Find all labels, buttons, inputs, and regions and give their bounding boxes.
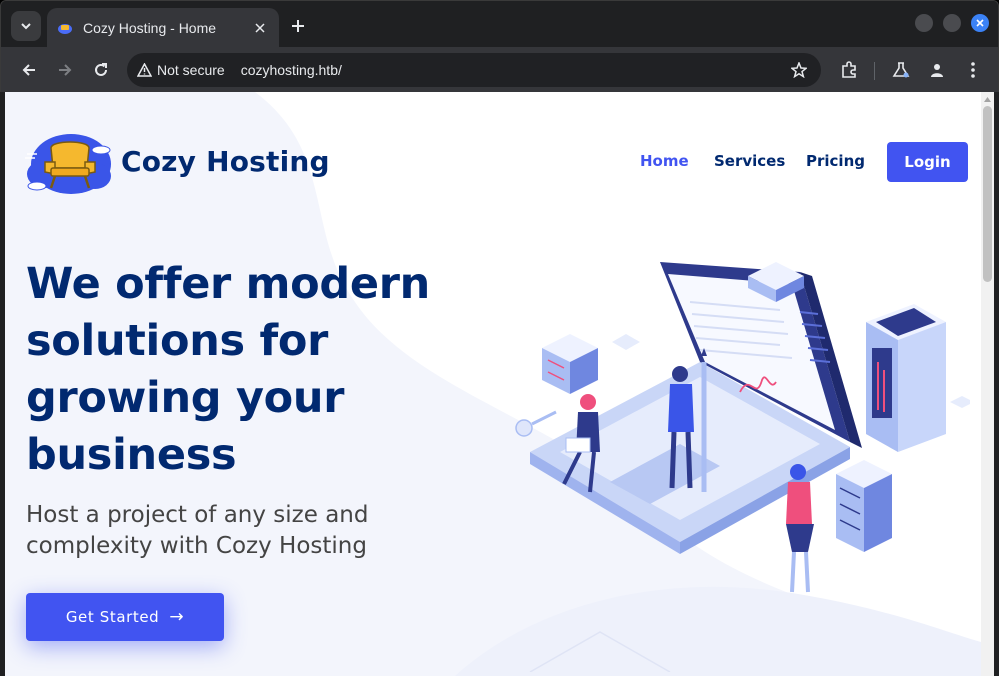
get-started-button[interactable]: Get Started →	[26, 593, 224, 641]
scrollbar-thumb[interactable]	[983, 106, 992, 282]
new-tab-button[interactable]	[285, 13, 311, 39]
server-stack-left	[542, 334, 598, 394]
minimize-button[interactable]	[915, 14, 933, 32]
browser-toolbar: Not secure cozyhosting.htb/	[1, 47, 998, 93]
url-text: cozyhosting.htb/	[240, 62, 342, 78]
back-icon	[22, 64, 35, 76]
caret-up-icon	[984, 96, 991, 102]
server-stack-right	[836, 460, 892, 552]
plus-icon	[292, 20, 304, 32]
menu-icon	[971, 62, 975, 78]
forward-button[interactable]	[51, 56, 79, 84]
tab-close-button[interactable]	[251, 19, 269, 37]
login-button[interactable]: Login	[887, 142, 968, 182]
close-icon	[255, 22, 265, 33]
labs-button[interactable]	[887, 56, 915, 84]
star-icon	[791, 62, 807, 78]
extensions-button[interactable]	[835, 56, 863, 84]
nav-home[interactable]: Home	[640, 152, 689, 170]
warning-icon	[137, 63, 152, 77]
menu-button[interactable]	[959, 56, 987, 84]
reload-icon	[95, 63, 107, 76]
toolbar-separator	[874, 62, 875, 80]
tab-cozy-hosting[interactable]: Cozy Hosting - Home	[47, 8, 279, 47]
hero-subtitle-line: Host a project of any size and	[26, 502, 369, 528]
maximize-button[interactable]	[943, 14, 961, 32]
nav-pricing[interactable]: Pricing	[806, 152, 865, 170]
tab-title: Cozy Hosting - Home	[83, 19, 217, 36]
security-label: Not secure	[157, 62, 225, 78]
nav-services[interactable]: Services	[714, 152, 785, 170]
hero-title-line: business	[26, 430, 237, 480]
hero-title-line: We offer modern	[26, 259, 430, 309]
tab-strip: Cozy Hosting - Home	[1, 1, 998, 47]
hero-subtitle: Host a project of any size and complexit…	[26, 500, 466, 562]
hero-illustration	[515, 262, 970, 672]
favicon-icon	[58, 23, 72, 34]
tab-search-button[interactable]	[11, 11, 41, 41]
window-frame-right	[994, 92, 999, 676]
reload-button[interactable]	[87, 56, 115, 84]
back-button[interactable]	[15, 56, 43, 84]
extensions-icon	[842, 61, 856, 78]
main-nav: Home Services Pricing Login	[5, 142, 981, 182]
profile-icon	[931, 64, 943, 77]
page-viewport: Cozy Hosting Home Services Pricing Login…	[5, 92, 981, 676]
labs-icon	[892, 62, 910, 78]
address-bar[interactable]: Not secure cozyhosting.htb/	[127, 53, 821, 87]
scroll-up-arrow[interactable]	[981, 94, 994, 104]
page-scrollbar[interactable]	[981, 92, 994, 676]
key-decoration	[515, 410, 557, 437]
tab-search-icon	[21, 23, 31, 30]
person-standing	[786, 464, 814, 593]
forward-icon	[59, 64, 72, 76]
bookmark-button[interactable]	[787, 58, 811, 82]
server-tower	[866, 304, 946, 452]
arrow-right-icon: →	[169, 607, 185, 627]
close-icon	[976, 19, 984, 27]
get-started-label: Get Started	[65, 608, 160, 626]
hero-title-line: growing your	[26, 373, 345, 423]
hero-title: We offer modern solutions for growing yo…	[26, 256, 496, 484]
hero-subtitle-line: complexity with Cozy Hosting	[26, 533, 367, 559]
profile-button[interactable]	[923, 56, 951, 84]
security-chip[interactable]: Not secure	[135, 57, 233, 83]
window-close-button[interactable]	[971, 14, 989, 32]
hero-title-line: solutions for	[26, 316, 329, 366]
